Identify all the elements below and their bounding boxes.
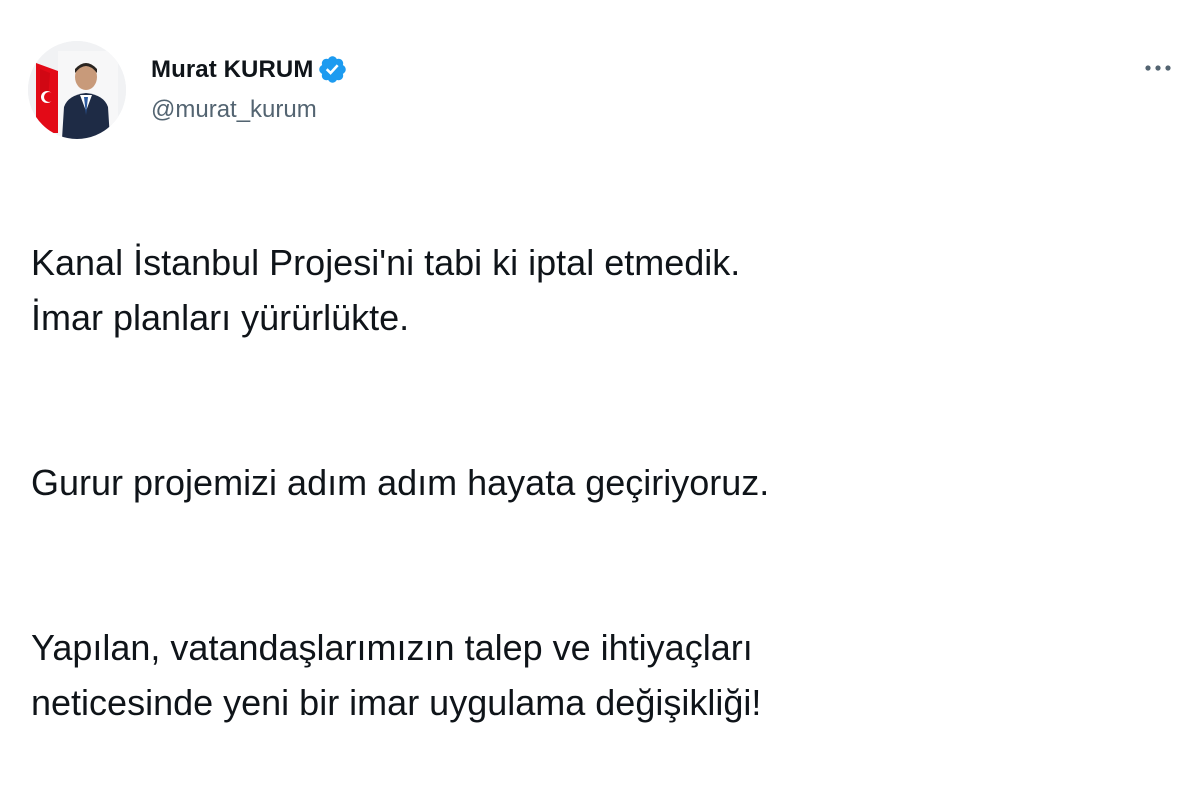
verified-badge-icon — [317, 54, 348, 85]
avatar-photo-icon — [28, 41, 126, 139]
tweet-paragraph-2: Gurur projemizi adım adım hayata geçiriy… — [31, 462, 770, 503]
author-name[interactable]: Murat KURUM — [151, 54, 348, 85]
more-horizontal-icon — [1145, 65, 1171, 71]
more-options-button[interactable] — [1136, 50, 1180, 86]
tweet-text: Kanal İstanbul Projesi'ni tabi ki iptal … — [31, 180, 1171, 785]
tweet-card: Murat KURUM @murat_kurum Kanal İstanbul … — [0, 0, 1200, 723]
author-avatar[interactable] — [28, 41, 126, 139]
author-display-name[interactable]: Murat KURUM — [151, 56, 313, 84]
tweet-paragraph-3: Yapılan, vatandaşlarımızın talep ve ihti… — [31, 627, 762, 723]
author-handle[interactable]: @murat_kurum — [151, 96, 317, 124]
tweet-paragraph-1: Kanal İstanbul Projesi'ni tabi ki iptal … — [31, 242, 741, 338]
